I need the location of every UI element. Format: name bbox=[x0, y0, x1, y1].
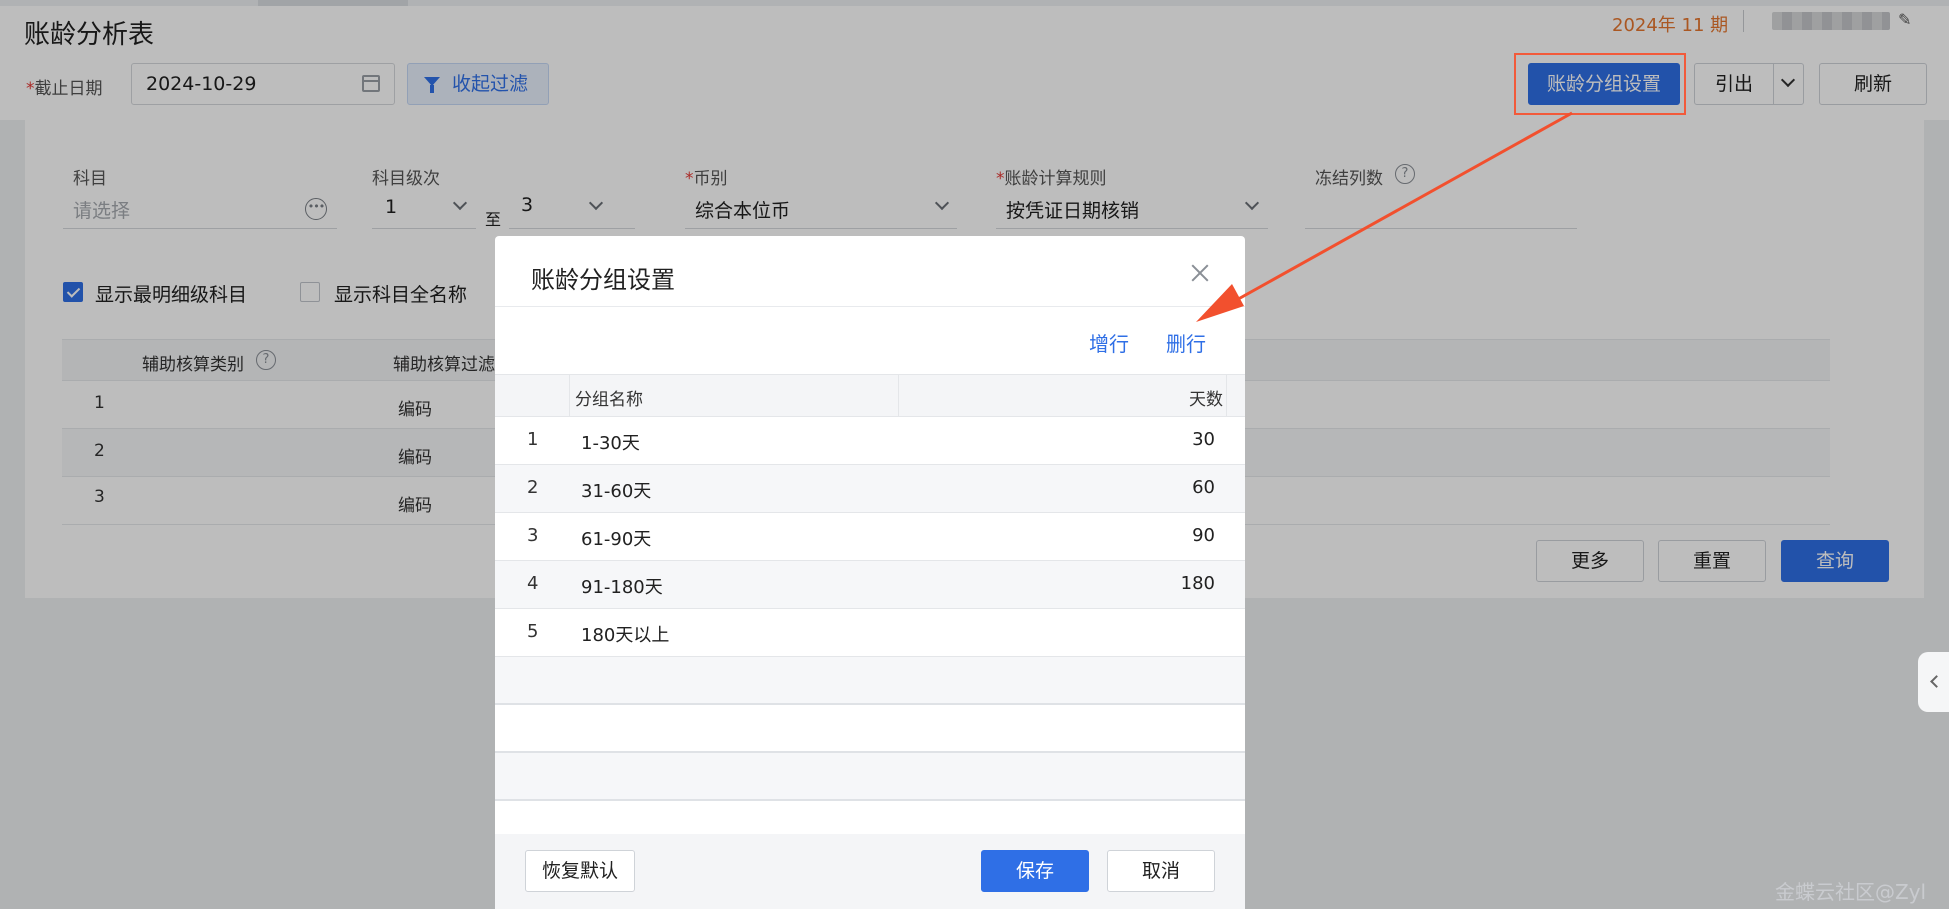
days-cell[interactable]: 90 bbox=[1192, 525, 1215, 546]
dialog-divider bbox=[495, 306, 1245, 307]
column-header-group-name: 分组名称 bbox=[575, 390, 643, 410]
empty-row[interactable] bbox=[495, 657, 1245, 705]
empty-row[interactable] bbox=[495, 705, 1245, 753]
column-header-days: 天数 bbox=[1189, 390, 1223, 410]
add-row-button[interactable]: 增行 bbox=[1089, 328, 1129, 357]
empty-row[interactable] bbox=[495, 801, 1245, 834]
group-name-cell[interactable]: 61-90天 bbox=[581, 525, 651, 551]
table-row[interactable]: 5 180天以上 bbox=[495, 609, 1245, 657]
table-row[interactable]: 1 1-30天 30 bbox=[495, 417, 1245, 465]
days-cell[interactable]: 30 bbox=[1192, 429, 1215, 450]
dialog-title: 账龄分组设置 bbox=[531, 266, 675, 294]
group-name-cell[interactable]: 31-60天 bbox=[581, 477, 651, 503]
dialog-footer: 恢复默认 保存 取消 bbox=[495, 834, 1245, 909]
table-row[interactable]: 4 91-180天 180 bbox=[495, 561, 1245, 609]
days-cell[interactable]: 60 bbox=[1192, 477, 1215, 498]
group-grid-header: 分组名称 天数 bbox=[495, 374, 1245, 417]
days-cell[interactable]: 180 bbox=[1181, 573, 1215, 594]
watermark: 金蝶云社区@Zyl bbox=[1775, 880, 1927, 904]
annotation-highlight-box bbox=[1514, 53, 1686, 115]
cancel-button[interactable]: 取消 bbox=[1107, 850, 1215, 892]
empty-row[interactable] bbox=[495, 753, 1245, 801]
group-name-cell[interactable]: 1-30天 bbox=[581, 429, 640, 455]
aging-group-settings-dialog: 账龄分组设置 增行 删行 分组名称 天数 1 1-30天 30 2 31-60天… bbox=[495, 236, 1245, 909]
chevron-left-icon bbox=[1930, 675, 1943, 688]
save-button[interactable]: 保存 bbox=[981, 850, 1089, 892]
side-panel-toggle[interactable] bbox=[1918, 652, 1949, 712]
group-name-cell[interactable]: 91-180天 bbox=[581, 573, 663, 599]
close-icon[interactable] bbox=[1189, 262, 1211, 284]
table-row[interactable]: 2 31-60天 60 bbox=[495, 465, 1245, 513]
restore-default-button[interactable]: 恢复默认 bbox=[525, 850, 635, 892]
group-name-cell[interactable]: 180天以上 bbox=[581, 621, 669, 647]
delete-row-button[interactable]: 删行 bbox=[1166, 328, 1206, 357]
table-row[interactable]: 3 61-90天 90 bbox=[495, 513, 1245, 561]
